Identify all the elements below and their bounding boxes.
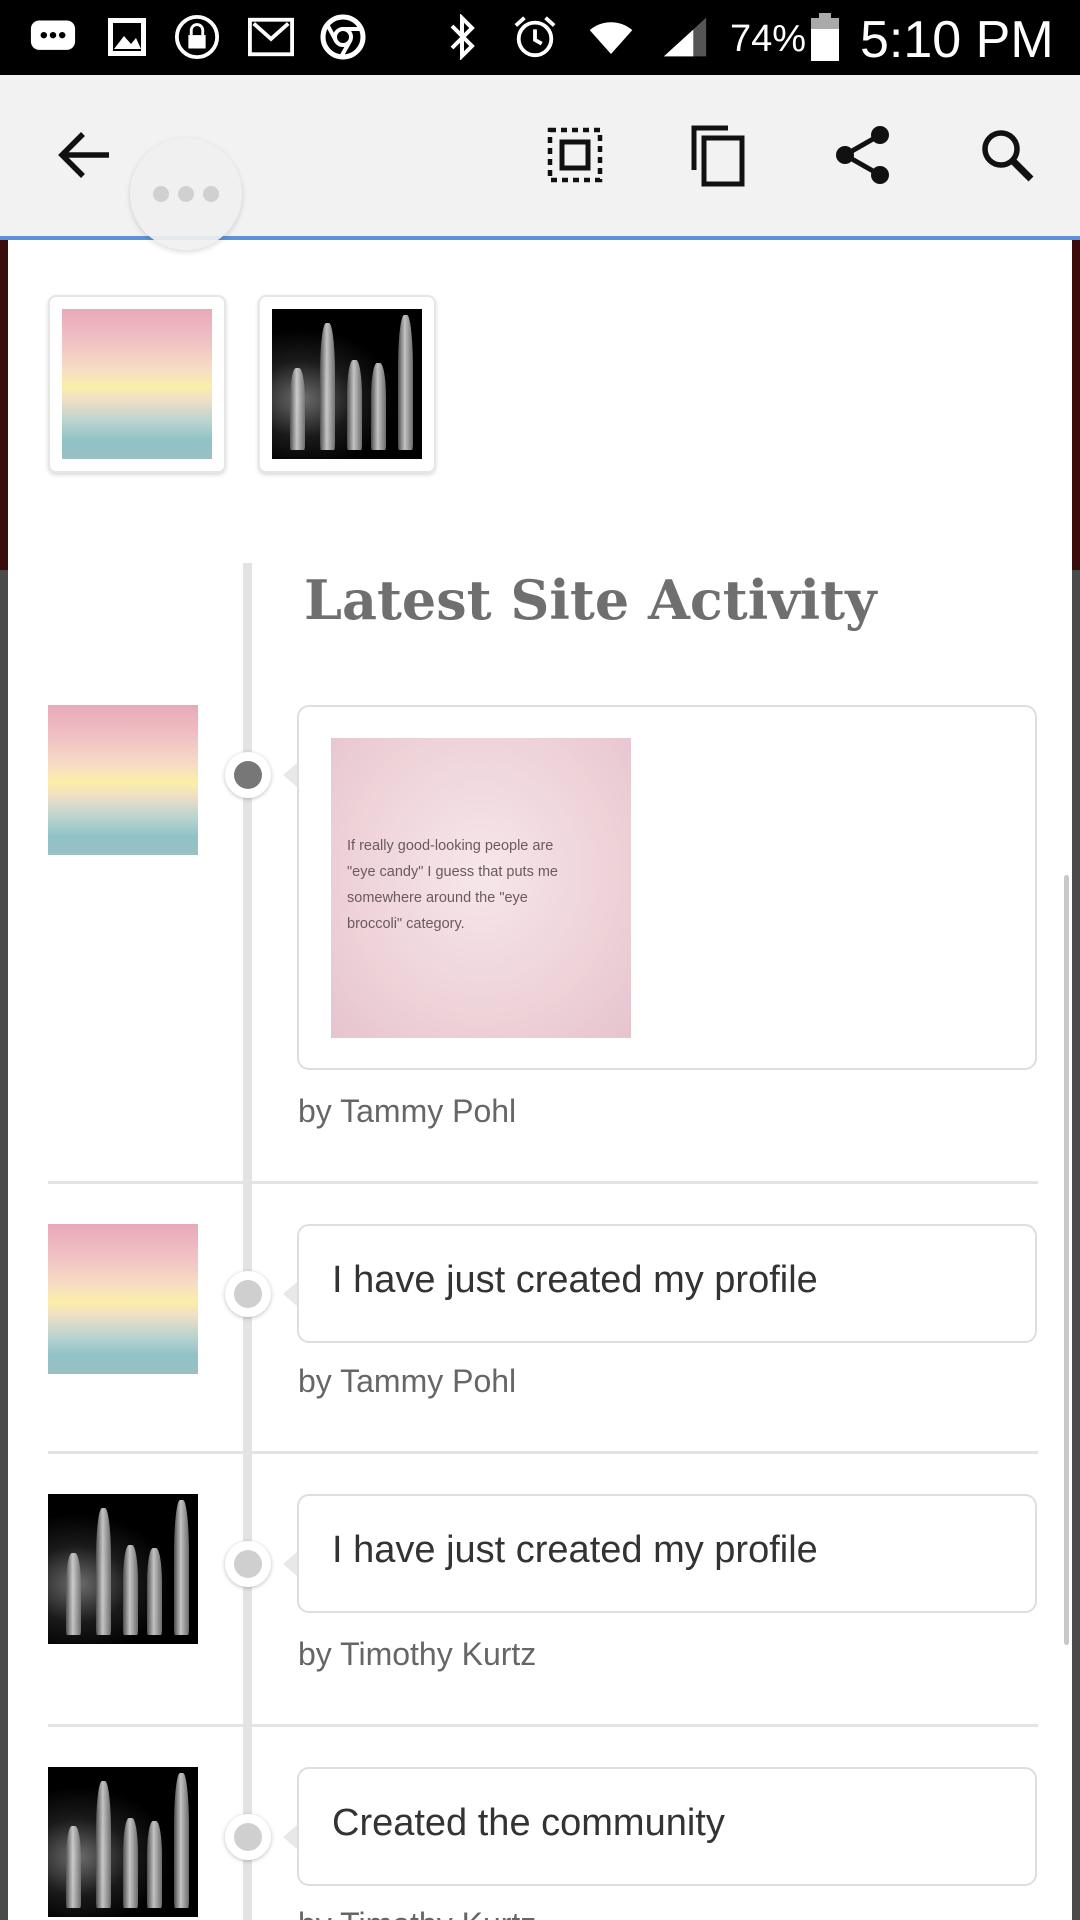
select-all-icon	[546, 126, 604, 189]
page-border-right	[1072, 240, 1080, 1920]
divider	[48, 1451, 1038, 1454]
select-all-button[interactable]	[535, 117, 615, 197]
activity-card[interactable]: I have just created my profile	[297, 1224, 1037, 1343]
page-border-left	[0, 240, 8, 1920]
messages-icon	[30, 14, 76, 60]
timeline-dot	[225, 1271, 271, 1317]
activity-card[interactable]: If really good-looking people are "eye c…	[297, 705, 1037, 1070]
bluetooth-icon	[440, 14, 486, 60]
activity-image[interactable]: If really good-looking people are "eye c…	[331, 738, 631, 1038]
back-button[interactable]	[45, 117, 125, 197]
timeline-dot	[225, 752, 271, 798]
more-options-bubble[interactable]	[130, 138, 242, 250]
activity-text: Created the community	[332, 1802, 725, 1844]
more-dots-icon	[153, 186, 169, 202]
share-icon	[833, 124, 893, 191]
back-arrow-icon	[57, 130, 113, 185]
divider	[48, 1181, 1038, 1184]
sunset-avatar	[62, 309, 212, 459]
search-button[interactable]	[967, 117, 1047, 197]
activity-byline: by Timothy Kurtz	[298, 1636, 537, 1672]
timeline-dot	[225, 1541, 271, 1587]
signal-icon	[662, 14, 708, 60]
timeline-dot	[225, 1814, 271, 1860]
member-thumbnail[interactable]	[258, 295, 436, 473]
share-button[interactable]	[823, 117, 903, 197]
gmail-icon	[248, 14, 294, 60]
status-bar: 74% 5:10 PM	[0, 0, 1080, 75]
author-link[interactable]: Timothy Kurtz	[340, 1636, 536, 1672]
activity-byline: by Timothy Kurtz	[298, 1906, 536, 1920]
activity-text: I have just created my profile	[332, 1259, 818, 1301]
author-link[interactable]: Tammy Pohl	[340, 1363, 516, 1399]
battery-icon	[802, 13, 848, 61]
activity-text: I have just created my profile	[332, 1529, 818, 1571]
activity-byline: by Tammy Pohl	[298, 1093, 517, 1129]
author-link[interactable]: Tammy Pohl	[340, 1093, 516, 1129]
battery-percentage: 74%	[730, 18, 807, 60]
bottles-avatar	[272, 309, 422, 459]
activity-heading: Latest Site Activity	[304, 568, 877, 632]
member-thumbnail[interactable]	[48, 295, 226, 473]
activity-avatar[interactable]	[48, 1224, 198, 1374]
gallery-icon	[104, 14, 150, 60]
clock: 5:10 PM	[860, 11, 1054, 69]
activity-byline: by Tammy Pohl	[298, 1363, 517, 1399]
lock-icon	[174, 14, 220, 60]
activity-avatar[interactable]	[48, 1494, 198, 1644]
divider	[48, 1724, 1038, 1727]
search-icon	[979, 127, 1035, 188]
activity-avatar[interactable]	[48, 705, 198, 855]
scrollbar[interactable]	[1064, 875, 1069, 1645]
author-link[interactable]: Timothy Kurtz	[340, 1906, 536, 1920]
activity-card[interactable]: I have just created my profile	[297, 1494, 1037, 1613]
alarm-icon	[512, 14, 558, 60]
copy-icon	[688, 122, 748, 193]
activity-avatar[interactable]	[48, 1767, 198, 1917]
wifi-icon	[588, 14, 634, 60]
chrome-icon	[320, 14, 366, 60]
copy-button[interactable]	[678, 117, 758, 197]
activity-card[interactable]: Created the community	[297, 1767, 1037, 1886]
